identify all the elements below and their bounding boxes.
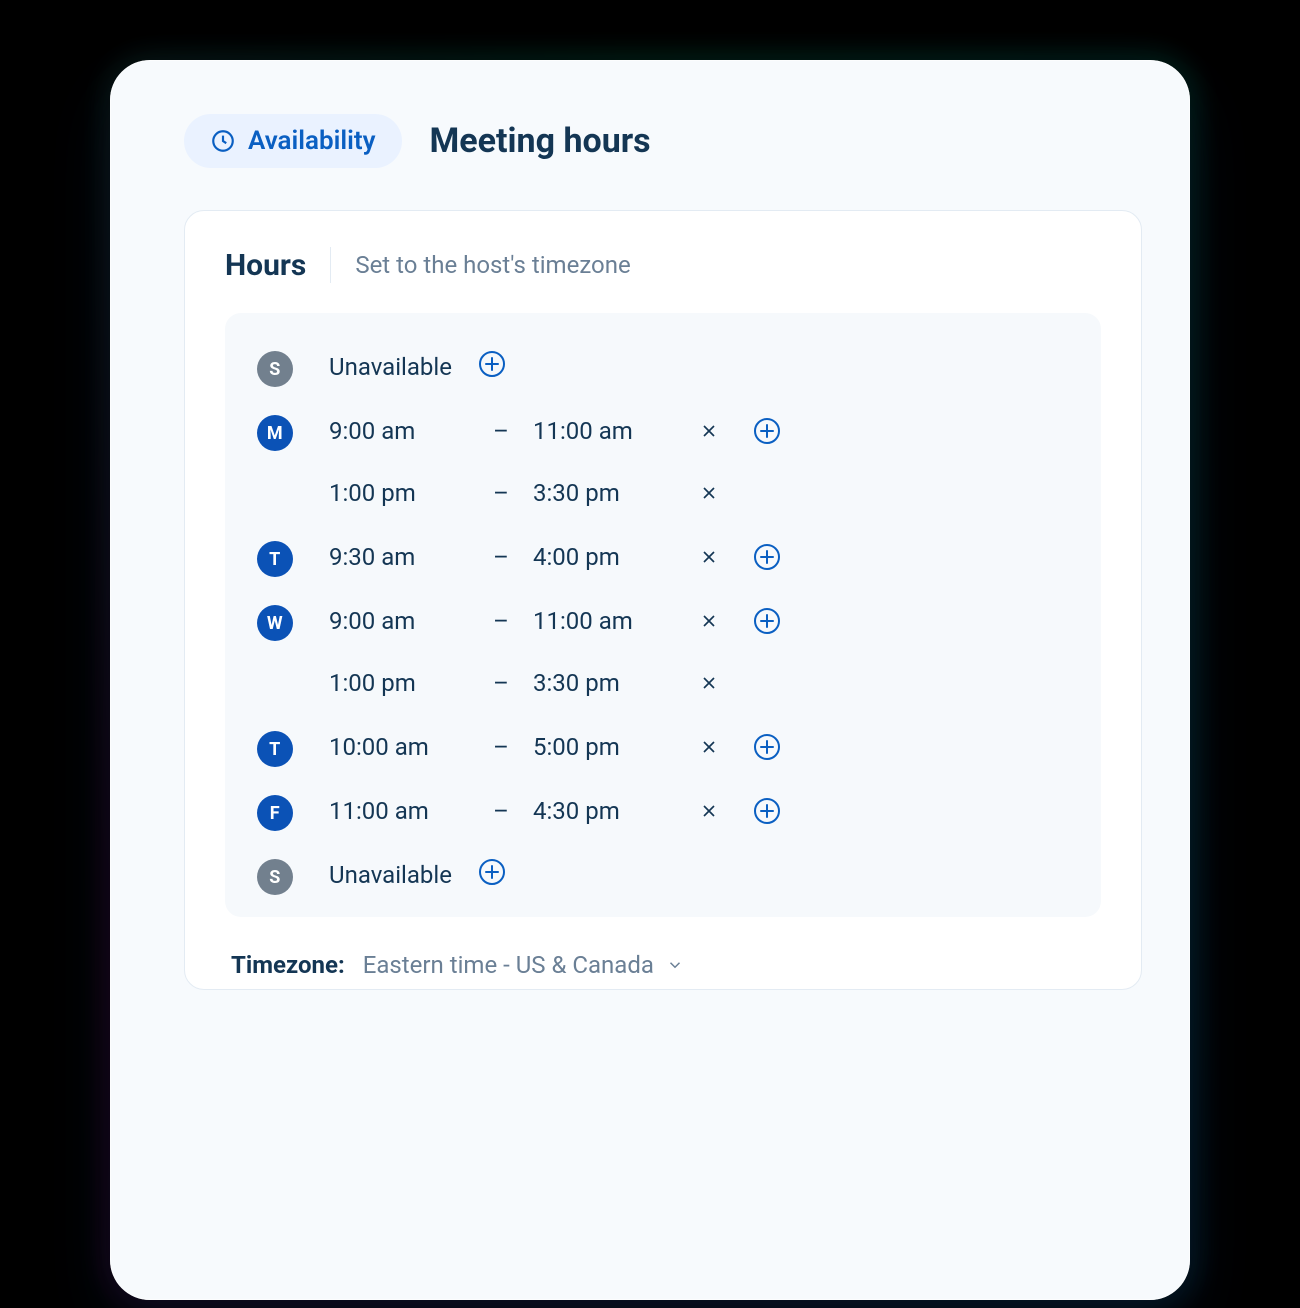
slot-start[interactable]: 1:00 pm (329, 479, 469, 507)
add-slot-button[interactable] (478, 858, 506, 892)
header: Availability Meeting hours (184, 114, 1142, 168)
unavailable-row: Unavailable (329, 347, 1069, 387)
time-slot: 9:00 am–11:00 am (329, 601, 1069, 641)
hours-panel-header: Hours Set to the host's timezone (225, 247, 1101, 283)
timezone-row: Timezone: Eastern time - US & Canada (231, 951, 1101, 989)
timezone-label: Timezone: (231, 951, 345, 979)
plus-circle-icon (478, 350, 506, 378)
day-badge[interactable]: W (257, 605, 293, 641)
dash: – (483, 479, 519, 507)
time-slot: 9:00 am–11:00 am (329, 411, 1069, 451)
day-row: M9:00 am–11:00 am1:00 pm–3:30 pm (257, 405, 1069, 519)
time-slot: 10:00 am–5:00 pm (329, 727, 1069, 767)
plus-circle-icon (753, 607, 781, 635)
hours-list: SUnavailableM9:00 am–11:00 am1:00 pm–3:3… (225, 313, 1101, 917)
timezone-value: Eastern time - US & Canada (363, 951, 654, 979)
add-slot-button[interactable] (745, 607, 789, 635)
hours-panel: Hours Set to the host's timezone S Unavai… (184, 210, 1142, 990)
add-slot-button[interactable] (478, 350, 506, 384)
slot-start[interactable]: 9:00 am (329, 417, 469, 445)
remove-slot-button[interactable] (687, 421, 731, 441)
unavailable-label: Unavailable (329, 353, 452, 381)
dash: – (483, 733, 519, 761)
slot-end[interactable]: 11:00 am (533, 417, 673, 445)
slot-start[interactable]: 1:00 pm (329, 669, 469, 697)
day-row: T 9:30 am–4:00 pm (257, 531, 1069, 583)
close-icon (699, 801, 719, 821)
slot-end[interactable]: 11:00 am (533, 607, 673, 635)
close-icon (699, 483, 719, 503)
day-row: W9:00 am–11:00 am1:00 pm–3:30 pm (257, 595, 1069, 709)
slot-end[interactable]: 4:30 pm (533, 797, 673, 825)
close-icon (699, 547, 719, 567)
slot-end[interactable]: 3:30 pm (533, 669, 673, 697)
chevron-down-icon (666, 956, 684, 974)
availability-pill-label: Availability (248, 126, 376, 156)
availability-card: Availability Meeting hours Hours Set to … (110, 60, 1190, 1300)
add-slot-button[interactable] (745, 417, 789, 445)
slot-end[interactable]: 5:00 pm (533, 733, 673, 761)
day-slots: 9:30 am–4:00 pm (329, 537, 1069, 577)
slot-start[interactable]: 9:00 am (329, 607, 469, 635)
close-icon (699, 611, 719, 631)
day-row: T 10:00 am–5:00 pm (257, 721, 1069, 773)
timezone-select[interactable]: Eastern time - US & Canada (363, 951, 684, 979)
day-slots: 10:00 am–5:00 pm (329, 727, 1069, 767)
close-icon (699, 673, 719, 693)
close-icon (699, 737, 719, 757)
dash: – (483, 669, 519, 697)
day-slots: 9:00 am–11:00 am1:00 pm–3:30 pm (329, 601, 1069, 703)
day-slots: 11:00 am–4:30 pm (329, 791, 1069, 831)
clock-icon (210, 128, 236, 154)
remove-slot-button[interactable] (687, 801, 731, 821)
slot-start[interactable]: 9:30 am (329, 543, 469, 571)
plus-circle-icon (753, 543, 781, 571)
time-slot: 9:30 am–4:00 pm (329, 537, 1069, 577)
page-title: Meeting hours (430, 121, 651, 161)
add-slot-button[interactable] (745, 543, 789, 571)
availability-pill[interactable]: Availability (184, 114, 402, 168)
dash: – (483, 797, 519, 825)
unavailable-label: Unavailable (329, 861, 452, 889)
unavailable-row: Unavailable (329, 855, 1069, 895)
day-row: S Unavailable (257, 341, 1069, 393)
dash: – (483, 417, 519, 445)
day-slots: 9:00 am–11:00 am1:00 pm–3:30 pm (329, 411, 1069, 513)
add-slot-button[interactable] (745, 797, 789, 825)
hours-subtitle: Set to the host's timezone (355, 251, 630, 279)
plus-circle-icon (753, 733, 781, 761)
remove-slot-button[interactable] (687, 737, 731, 757)
day-slots: Unavailable (329, 347, 1069, 387)
day-badge[interactable]: F (257, 795, 293, 831)
remove-slot-button[interactable] (687, 611, 731, 631)
remove-slot-button[interactable] (687, 673, 731, 693)
day-badge[interactable]: S (257, 859, 293, 895)
day-badge[interactable]: T (257, 731, 293, 767)
day-badge[interactable]: T (257, 541, 293, 577)
plus-circle-icon (753, 417, 781, 445)
dash: – (483, 607, 519, 635)
plus-circle-icon (478, 858, 506, 886)
divider (330, 247, 331, 283)
remove-slot-button[interactable] (687, 483, 731, 503)
slot-end[interactable]: 3:30 pm (533, 479, 673, 507)
time-slot: 1:00 pm–3:30 pm (329, 663, 1069, 703)
add-slot-button[interactable] (745, 733, 789, 761)
plus-circle-icon (753, 797, 781, 825)
remove-slot-button[interactable] (687, 547, 731, 567)
hours-title: Hours (225, 248, 306, 283)
day-slots: Unavailable (329, 855, 1069, 895)
day-row: S Unavailable (257, 849, 1069, 901)
slot-start[interactable]: 11:00 am (329, 797, 469, 825)
slot-start[interactable]: 10:00 am (329, 733, 469, 761)
day-badge[interactable]: S (257, 351, 293, 387)
dash: – (483, 543, 519, 571)
close-icon (699, 421, 719, 441)
day-row: F 11:00 am–4:30 pm (257, 785, 1069, 837)
time-slot: 11:00 am–4:30 pm (329, 791, 1069, 831)
slot-end[interactable]: 4:00 pm (533, 543, 673, 571)
day-badge[interactable]: M (257, 415, 293, 451)
time-slot: 1:00 pm–3:30 pm (329, 473, 1069, 513)
